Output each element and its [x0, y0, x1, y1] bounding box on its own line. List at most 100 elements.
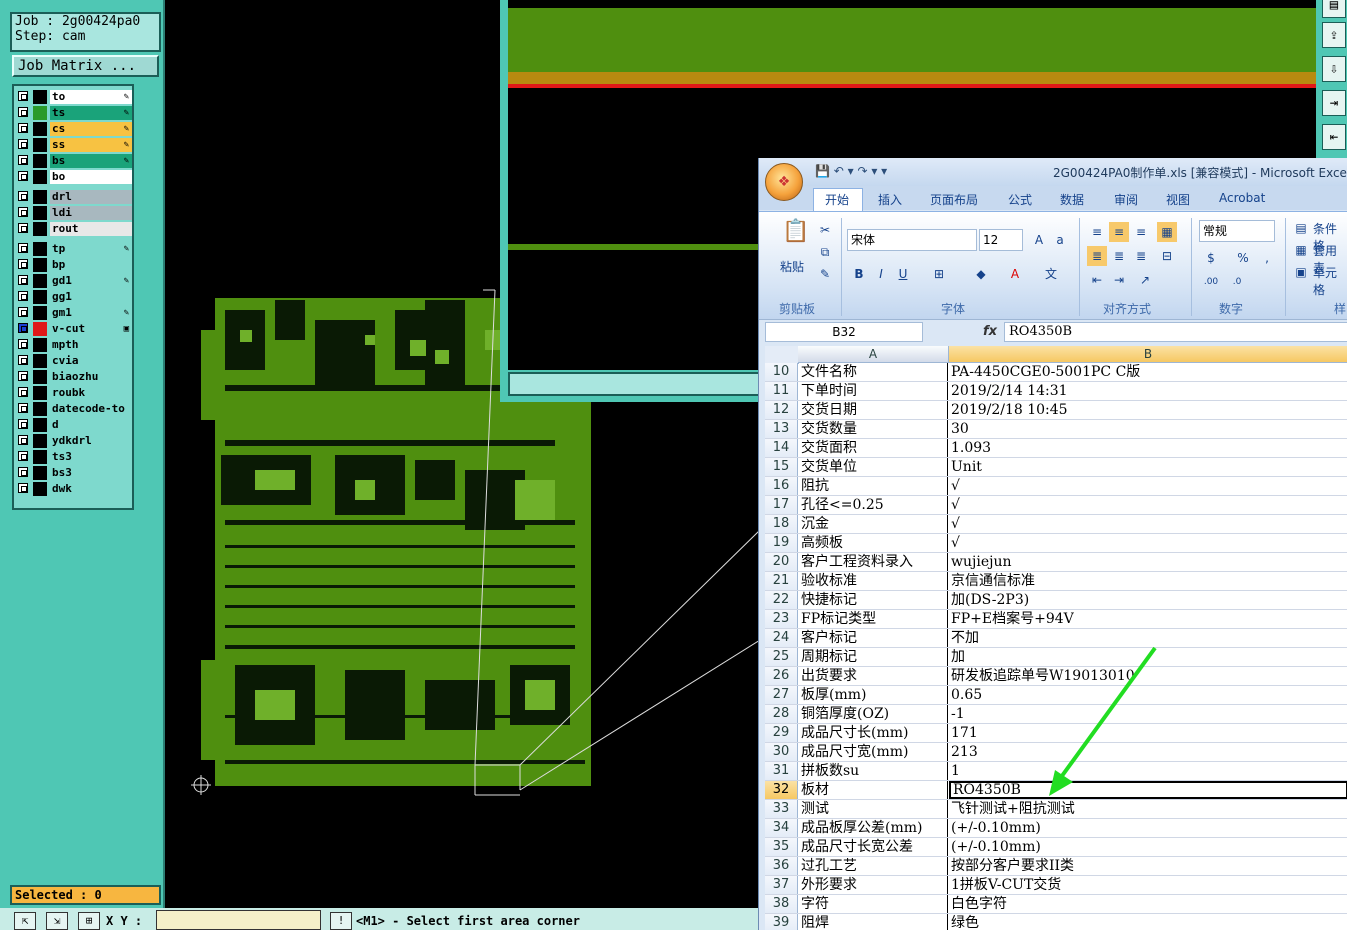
zoom-icon[interactable]: ⇲ [46, 912, 68, 930]
layer-name[interactable]: ldi [50, 206, 132, 220]
layer-name[interactable]: gm1 ✎ [50, 306, 132, 320]
layer-color-swatch[interactable] [33, 290, 47, 304]
layer-name[interactable]: v-cut ▣ [50, 322, 132, 336]
layer-row[interactable]: ldi [16, 206, 132, 220]
layer-row[interactable]: dwk [16, 482, 132, 496]
layer-checkbox[interactable] [18, 139, 28, 149]
layer-row[interactable]: d [16, 418, 132, 432]
layer-checkbox[interactable] [18, 467, 28, 477]
layer-name[interactable]: gg1 [50, 290, 132, 304]
layer-color-swatch[interactable] [33, 370, 47, 384]
layer-name[interactable]: d [50, 418, 132, 432]
layer-name[interactable]: gd1 ✎ [50, 274, 132, 288]
layer-name[interactable]: ts3 [50, 450, 132, 464]
layer-row[interactable]: bo [16, 170, 132, 184]
layer-row[interactable]: tp ✎ [16, 242, 132, 256]
layer-row[interactable]: ts3 [16, 450, 132, 464]
layer-name[interactable]: bs3 [50, 466, 132, 480]
layer-checkbox[interactable] [18, 123, 28, 133]
layer-checkbox[interactable] [18, 419, 28, 429]
layer-checkbox[interactable] [18, 435, 28, 445]
layer-checkbox[interactable] [18, 91, 28, 101]
layer-row[interactable]: rout [16, 222, 132, 236]
layer-name[interactable]: roubk [50, 386, 132, 400]
layer-row[interactable]: cs ✎ [16, 122, 132, 136]
layer-name[interactable]: cvia [50, 354, 132, 368]
layer-color-swatch[interactable] [33, 354, 47, 368]
layer-checkbox[interactable] [18, 191, 28, 201]
tool-icon[interactable]: ▤ [1322, 0, 1346, 18]
layer-name[interactable]: tp ✎ [50, 242, 132, 256]
download-icon[interactable]: ⇩ [1322, 56, 1346, 82]
pointer-icon[interactable]: ⇱ [14, 912, 36, 930]
layer-name[interactable]: ydkdrl [50, 434, 132, 448]
layer-row[interactable]: mpth [16, 338, 132, 352]
layer-name[interactable]: bo [50, 170, 132, 184]
layer-name[interactable]: cs ✎ [50, 122, 132, 136]
job-matrix-button[interactable]: Job Matrix ... [12, 55, 159, 77]
layer-color-swatch[interactable] [33, 402, 47, 416]
upload-icon[interactable]: ⇪ [1322, 22, 1346, 48]
layer-color-swatch[interactable] [33, 242, 47, 256]
layer-checkbox[interactable] [18, 107, 28, 117]
layer-color-swatch[interactable] [33, 450, 47, 464]
layer-name[interactable]: drl [50, 190, 132, 204]
export-icon[interactable]: ⇤ [1322, 124, 1346, 150]
layer-checkbox[interactable] [18, 259, 28, 269]
layer-name[interactable]: rout [50, 222, 132, 236]
layer-color-swatch[interactable] [33, 170, 47, 184]
layer-checkbox[interactable] [18, 291, 28, 301]
layer-color-swatch[interactable] [33, 482, 47, 496]
layer-row[interactable]: ydkdrl [16, 434, 132, 448]
layer-row[interactable]: gg1 [16, 290, 132, 304]
layer-row[interactable]: bs3 [16, 466, 132, 480]
layer-color-swatch[interactable] [33, 106, 47, 120]
layer-checkbox[interactable] [18, 207, 28, 217]
layer-checkbox[interactable] [18, 223, 28, 233]
layer-checkbox[interactable] [18, 339, 28, 349]
layer-checkbox[interactable] [18, 355, 28, 365]
layer-checkbox[interactable] [18, 451, 28, 461]
layer-color-swatch[interactable] [33, 154, 47, 168]
layer-color-swatch[interactable] [33, 274, 47, 288]
layer-name[interactable]: mpth [50, 338, 132, 352]
layer-row[interactable]: ss ✎ [16, 138, 132, 152]
import-icon[interactable]: ⇥ [1322, 90, 1346, 116]
layer-row[interactable]: bs ✎ [16, 154, 132, 168]
layer-color-swatch[interactable] [33, 306, 47, 320]
layer-color-swatch[interactable] [33, 434, 47, 448]
layer-checkbox[interactable] [18, 387, 28, 397]
layer-checkbox[interactable] [18, 307, 28, 317]
layer-color-swatch[interactable] [33, 190, 47, 204]
layer-color-swatch[interactable] [33, 386, 47, 400]
layer-color-swatch[interactable] [33, 338, 47, 352]
layer-checkbox[interactable] [18, 323, 28, 333]
alert-icon[interactable]: ! [330, 912, 352, 930]
layer-color-swatch[interactable] [33, 258, 47, 272]
layer-color-swatch[interactable] [33, 418, 47, 432]
layer-name[interactable]: datecode-to [50, 402, 132, 416]
xy-coordinate-field[interactable] [156, 910, 321, 930]
layer-color-swatch[interactable] [33, 322, 47, 336]
layer-checkbox[interactable] [18, 371, 28, 381]
layer-color-swatch[interactable] [33, 122, 47, 136]
layer-name[interactable]: bp [50, 258, 132, 272]
layer-checkbox[interactable] [18, 403, 28, 413]
layer-row[interactable]: roubk [16, 386, 132, 400]
layer-row[interactable]: datecode-to [16, 402, 132, 416]
layer-row[interactable]: cvia [16, 354, 132, 368]
layer-checkbox[interactable] [18, 275, 28, 285]
grid-icon[interactable]: ⊞ [78, 912, 100, 930]
layer-checkbox[interactable] [18, 155, 28, 165]
layer-row[interactable]: gm1 ✎ [16, 306, 132, 320]
layer-color-swatch[interactable] [33, 222, 47, 236]
layer-checkbox[interactable] [18, 483, 28, 493]
layer-name[interactable]: biaozhu [50, 370, 132, 384]
layer-color-swatch[interactable] [33, 90, 47, 104]
layer-row[interactable]: ts ✎ [16, 106, 132, 120]
layer-color-swatch[interactable] [33, 466, 47, 480]
layer-name[interactable]: dwk [50, 482, 132, 496]
layer-checkbox[interactable] [18, 243, 28, 253]
layer-row[interactable]: bp [16, 258, 132, 272]
layer-name[interactable]: ts ✎ [50, 106, 132, 120]
